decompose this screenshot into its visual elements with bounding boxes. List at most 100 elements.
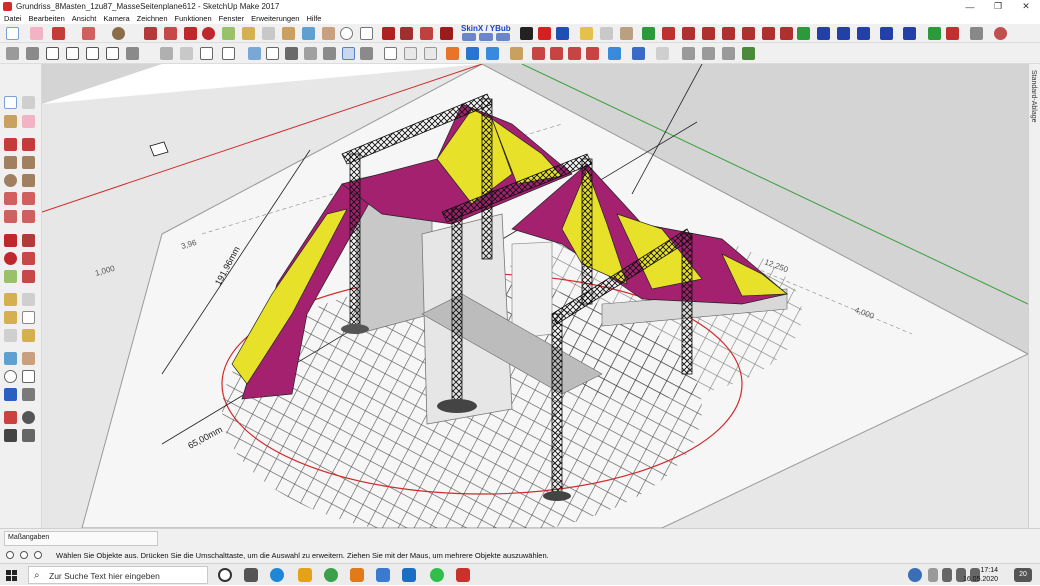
red-component-icon[interactable]: [382, 27, 395, 40]
menu-bearbeiten[interactable]: Bearbeiten: [29, 14, 65, 23]
user-avatar-icon[interactable]: [994, 27, 1007, 40]
blue-arrow-5-icon[interactable]: [903, 27, 916, 40]
red-cube-3-icon[interactable]: [550, 47, 563, 60]
yellow-box-icon[interactable]: [580, 27, 593, 40]
mail-icon[interactable]: [402, 568, 416, 582]
blue-arrow-icon[interactable]: [817, 27, 830, 40]
pan-icon[interactable]: [22, 352, 35, 365]
back-edges-icon[interactable]: [180, 47, 193, 60]
offset-icon[interactable]: [22, 270, 35, 283]
menu-fenster[interactable]: Fenster: [219, 14, 244, 23]
tape-measure-icon[interactable]: [242, 27, 255, 40]
freehand-icon[interactable]: [22, 138, 35, 151]
pushpull-tool-icon[interactable]: [144, 27, 157, 40]
top-view-icon[interactable]: [66, 47, 79, 60]
menu-zeichnen[interactable]: Zeichnen: [137, 14, 168, 23]
whatsapp-icon[interactable]: [430, 568, 444, 582]
task-view-icon[interactable]: [244, 568, 258, 582]
rotated-rect-icon[interactable]: [22, 156, 35, 169]
zoom-icon[interactable]: [4, 370, 17, 383]
maximize-button[interactable]: ❐: [984, 0, 1012, 13]
edge-browser-icon[interactable]: [270, 568, 284, 582]
geo-location-icon[interactable]: [6, 551, 14, 559]
scale-tool-icon[interactable]: [222, 27, 235, 40]
line-icon[interactable]: [4, 138, 17, 151]
orange-box-icon[interactable]: [446, 47, 459, 60]
text-icon[interactable]: [22, 311, 35, 324]
user-icon[interactable]: [34, 551, 42, 559]
monochrome-icon[interactable]: [285, 47, 298, 60]
look-around-icon[interactable]: [22, 411, 35, 424]
red-cube-2-icon[interactable]: [532, 47, 545, 60]
box-2-icon[interactable]: [404, 47, 417, 60]
skinx-label[interactable]: SkinX / YBub: [461, 24, 511, 33]
sketchup-taskbar-icon[interactable]: [456, 568, 470, 582]
move-tool-icon[interactable]: [184, 27, 197, 40]
component-icon[interactable]: [22, 96, 35, 109]
walk-icon[interactable]: [4, 429, 17, 442]
red-arrow-icon[interactable]: [662, 27, 675, 40]
menu-funktionen[interactable]: Funktionen: [175, 14, 212, 23]
arc-icon[interactable]: [656, 47, 669, 60]
grid-4-icon[interactable]: [722, 47, 735, 60]
minimize-button[interactable]: —: [956, 0, 984, 13]
hidden-line-icon[interactable]: [222, 47, 235, 60]
blue-arrow-3-icon[interactable]: [857, 27, 870, 40]
red-cube-icon[interactable]: [420, 27, 433, 40]
polygon-icon[interactable]: [22, 174, 35, 187]
play-icon[interactable]: [520, 27, 533, 40]
home-icon[interactable]: [46, 47, 59, 60]
brown-box-icon[interactable]: [620, 27, 633, 40]
cortana-icon[interactable]: [218, 568, 232, 582]
file-explorer-icon[interactable]: [298, 568, 312, 582]
select-tool-icon[interactable]: [6, 27, 19, 40]
green-arrow-icon[interactable]: [928, 27, 941, 40]
tray-chevron-icon[interactable]: [928, 568, 938, 582]
previous-view-icon[interactable]: [22, 388, 35, 401]
red-arrow-5-icon[interactable]: [742, 27, 755, 40]
dice-icon[interactable]: [600, 27, 613, 40]
pencil-tool-icon[interactable]: [52, 27, 65, 40]
grid-2-icon[interactable]: [682, 47, 695, 60]
shaded-textures-icon[interactable]: [266, 47, 279, 60]
taskbar-search-input[interactable]: ⌕ Zur Suche Text hier eingeben: [28, 566, 208, 584]
grid-3-icon[interactable]: [702, 47, 715, 60]
red-arrow-4-icon[interactable]: [722, 27, 735, 40]
arc-2-icon[interactable]: [22, 192, 35, 205]
store-icon[interactable]: [376, 568, 390, 582]
orbit-tool-icon[interactable]: [302, 27, 315, 40]
red-arrow-7-icon[interactable]: [780, 27, 793, 40]
paint-bucket-icon[interactable]: [282, 27, 295, 40]
gray-tool-icon[interactable]: [970, 27, 983, 40]
red-arrow-3-icon[interactable]: [702, 27, 715, 40]
red-curve-icon[interactable]: [946, 27, 959, 40]
move-icon[interactable]: [4, 234, 17, 247]
grid-icon[interactable]: [6, 47, 19, 60]
skin-tool-3-icon[interactable]: [496, 33, 510, 41]
back-view-icon[interactable]: [106, 47, 119, 60]
front-view-icon[interactable]: [86, 47, 99, 60]
pushpull-icon[interactable]: [22, 234, 35, 247]
green-icon[interactable]: [642, 27, 655, 40]
dimension-icon[interactable]: [22, 293, 35, 306]
menu-ansicht[interactable]: Ansicht: [72, 14, 97, 23]
select-icon[interactable]: [4, 96, 17, 109]
pie-icon[interactable]: [22, 210, 35, 223]
rectangle-icon[interactable]: [4, 156, 17, 169]
menu-hilfe[interactable]: Hilfe: [306, 14, 321, 23]
zoom-tool-icon[interactable]: [340, 27, 353, 40]
followme-tool-icon[interactable]: [164, 27, 177, 40]
notification-badge[interactable]: 20: [1014, 568, 1032, 582]
tent-icon[interactable]: [510, 47, 523, 60]
ifc-icon[interactable]: [632, 47, 645, 60]
arc-draw-icon[interactable]: [4, 192, 17, 205]
chrome-icon[interactable]: [324, 568, 338, 582]
section-plane-icon[interactable]: [304, 47, 317, 60]
clock[interactable]: 17:14 16.05.2020: [963, 566, 998, 584]
axes-icon[interactable]: [4, 329, 17, 342]
3d-text-icon[interactable]: [22, 329, 35, 342]
red-arrow-2-icon[interactable]: [682, 27, 695, 40]
orbit-icon[interactable]: [4, 352, 17, 365]
ruby-gem-icon[interactable]: [440, 27, 453, 40]
stop-icon[interactable]: [538, 27, 551, 40]
